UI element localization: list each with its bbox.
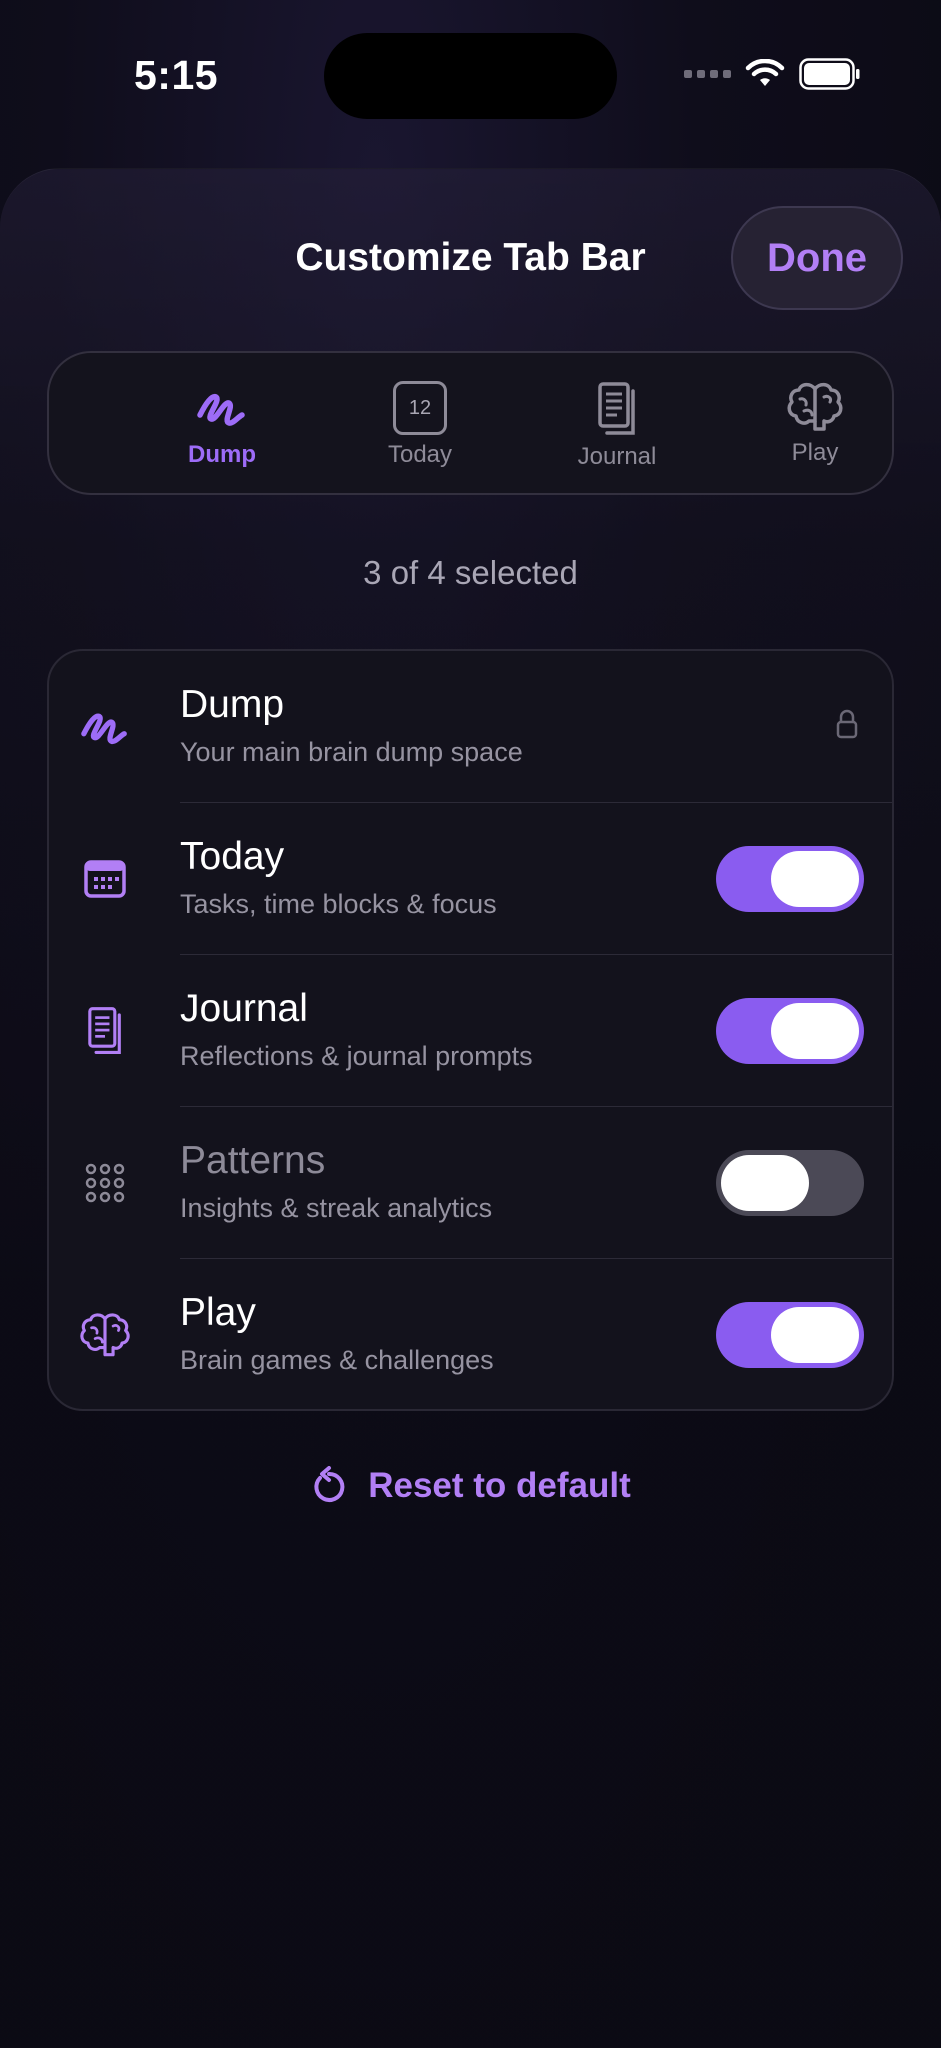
journal-icon xyxy=(598,382,635,435)
item-description: Tasks, time blocks & focus xyxy=(180,889,497,919)
wifi-icon xyxy=(745,59,785,86)
play-toggle[interactable] xyxy=(716,1302,864,1368)
journal-icon xyxy=(77,1003,133,1059)
item-name: Play xyxy=(180,1291,256,1334)
preview-tab-dump: Dump xyxy=(152,381,292,469)
tab-bar-preview: Dump 12 Today Journal Play xyxy=(47,351,894,495)
preview-tab-label: Dump xyxy=(188,441,256,468)
toggle-knob xyxy=(771,1003,859,1059)
toggle-knob xyxy=(771,851,859,907)
cellular-signal-icon xyxy=(684,70,731,78)
done-button[interactable]: Done xyxy=(731,206,903,310)
preview-tab-play: Play xyxy=(745,381,885,467)
status-icons xyxy=(684,58,861,90)
preview-tab-label: Today xyxy=(387,441,453,468)
preview-tab-label: Journal xyxy=(577,443,657,470)
item-description: Insights & streak analytics xyxy=(180,1193,493,1223)
item-name: Dump xyxy=(180,683,285,726)
item-name: Today xyxy=(180,835,285,878)
list-item-play: Play Brain games & challenges xyxy=(49,1259,892,1409)
journal-toggle[interactable] xyxy=(716,998,864,1064)
list-item-today: Today Tasks, time blocks & focus xyxy=(49,803,892,955)
preview-tab-journal: Journal xyxy=(547,381,687,471)
toggle-knob xyxy=(721,1155,809,1211)
brain-icon xyxy=(77,1307,133,1363)
list-item-dump: Dump Your main brain dump space xyxy=(49,651,892,803)
reset-icon xyxy=(314,1466,345,1502)
scribble-icon xyxy=(77,699,133,755)
preview-tab-label: Play xyxy=(791,439,839,466)
brain-icon xyxy=(787,382,843,431)
tab-options-list: Dump Your main brain dump space Today Ta… xyxy=(47,649,894,1411)
item-description: Your main brain dump space xyxy=(180,737,523,767)
lock-icon xyxy=(836,709,858,739)
calendar-day: 12 xyxy=(408,396,432,419)
battery-icon xyxy=(799,58,860,90)
dots-grid-icon xyxy=(77,1155,133,1211)
status-time: 5:15 xyxy=(134,52,219,98)
item-name: Journal xyxy=(180,987,308,1030)
calendar-icon xyxy=(77,851,133,907)
toggle-knob xyxy=(771,1307,859,1363)
patterns-toggle[interactable] xyxy=(716,1150,864,1216)
list-item-patterns: Patterns Insights & streak analytics xyxy=(49,1107,892,1259)
calendar-icon: 12 xyxy=(393,381,447,435)
list-item-journal: Journal Reflections & journal prompts xyxy=(49,955,892,1107)
item-name: Patterns xyxy=(180,1139,326,1182)
preview-tab-today: 12 Today xyxy=(350,381,490,469)
selection-count: 3 of 4 selected xyxy=(363,554,578,591)
reset-label: Reset to default xyxy=(368,1466,631,1505)
today-toggle[interactable] xyxy=(716,846,864,912)
item-description: Reflections & journal prompts xyxy=(180,1041,533,1071)
dynamic-island xyxy=(324,33,617,119)
item-description: Brain games & challenges xyxy=(180,1345,494,1375)
scribble-icon xyxy=(197,394,245,426)
reset-to-default-button[interactable]: Reset to default xyxy=(0,1466,941,1506)
